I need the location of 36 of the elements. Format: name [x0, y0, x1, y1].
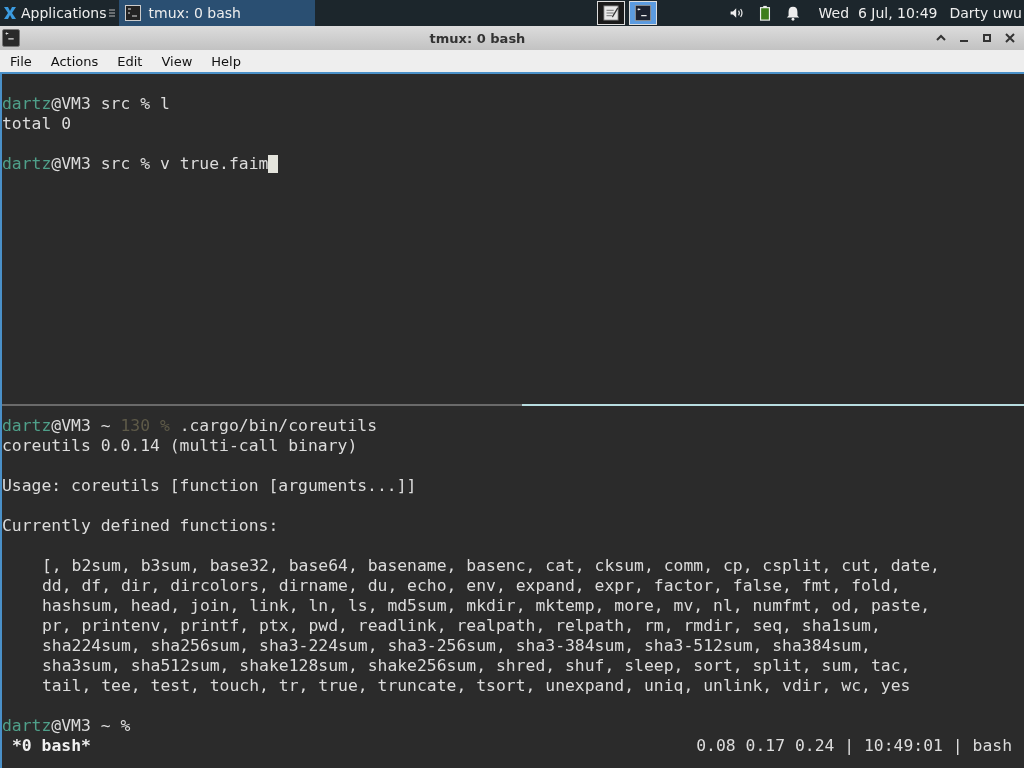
clock[interactable]: Wed 6 Jul, 10:49	[818, 5, 938, 21]
menu-icon	[108, 7, 115, 19]
maximize-icon[interactable]	[981, 32, 993, 44]
status-info: 0.08 0.17 0.24 | 10:49:01 | bash	[696, 736, 1012, 756]
terminal-icon	[124, 5, 141, 21]
terminal-line: sha3sum, sha512sum, shake128sum, shake256sum, shred, shuf, sleep, sort, split, sum, tac,	[42, 656, 911, 676]
applications-menu[interactable]: Applications	[0, 5, 107, 21]
terminal-line: Currently defined functions:	[2, 516, 279, 536]
terminal-line: dartz@VM3 src % v true.faim	[2, 154, 269, 174]
terminal-line: coreutils 0.0.14 (multi-call binary)	[2, 436, 358, 456]
launcher-button[interactable]	[596, 1, 625, 25]
launcher-button[interactable]	[628, 1, 657, 25]
menu-item[interactable]: View	[151, 53, 202, 69]
window-tab[interactable]: *0 bash*	[12, 736, 91, 756]
terminal-icon	[2, 29, 20, 47]
x-logo-icon	[2, 5, 18, 21]
menu-item[interactable]: Edit	[107, 53, 152, 69]
terminal-line: tail, tee, test, touch, tr, true, truncate, tsort, unexpand, uniq, unlink, vdir, wc, yes	[42, 676, 911, 696]
menu-item[interactable]: File	[0, 53, 41, 69]
terminal-line: pr, printenv, printf, ptx, pwd, readlink, realpath, relpath, rm, rmdir, seq, sha1sum,	[42, 616, 881, 636]
user-name[interactable]: Darty uwu	[949, 5, 1022, 21]
terminal-line: Usage: coreutils [function [arguments...]]	[2, 476, 417, 496]
menu-item[interactable]: Actions	[40, 53, 108, 69]
window-title: tmux: 0 bash	[428, 30, 527, 46]
close-icon[interactable]	[1004, 32, 1016, 44]
terminal-line: dartz@VM3 ~ %	[2, 716, 131, 736]
terminal-line: dartz@VM3 src % l	[2, 94, 170, 114]
menu-item[interactable]: Help	[201, 53, 250, 69]
terminal-line: hashsum, head, join, link, ln, ls, md5sum, mkdir, mktemp, more, mv, nl, numfmt, od, paste,	[42, 596, 931, 616]
terminal-line: [, b2sum, b3sum, base32, base64, basename, basenc, cat, cksum, comm, cp, csplit, cut, date,	[42, 556, 940, 576]
taskbar-button[interactable]: tmux: 0 bash	[118, 0, 315, 26]
terminal-line: sha224sum, sha256sum, sha3-224sum, sha3-256sum, sha3-384sum, sha3-512sum, sha384sum,	[42, 636, 871, 656]
notepad-icon	[601, 4, 620, 22]
terminal-line: total 0	[2, 114, 72, 134]
terminal-line: dd, df, dir, dircolors, dirname, du, echo, env, expand, expr, factor, false, fmt, fold,	[42, 576, 901, 596]
terminal-icon	[633, 4, 652, 22]
